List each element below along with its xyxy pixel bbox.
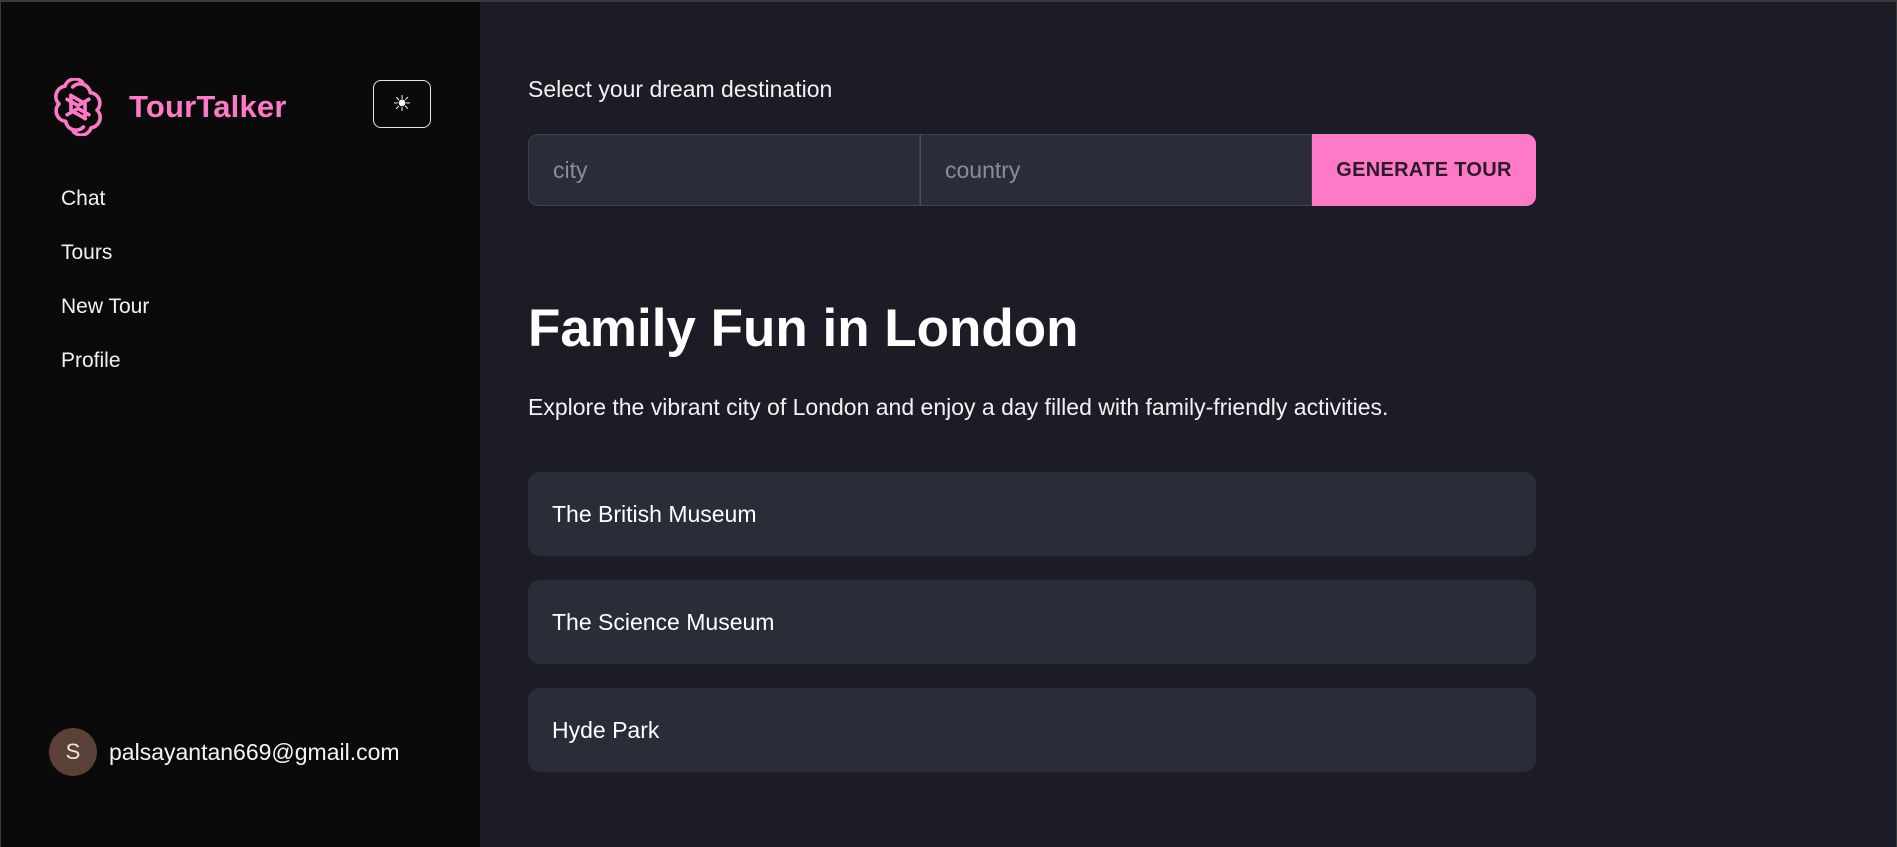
tour-stop: The Science Museum [528,580,1536,664]
destination-label: Select your dream destination [528,76,833,102]
theme-toggle-button[interactable]: ☀ [373,80,431,128]
sun-icon: ☀ [392,91,412,116]
tour-title: Family Fun in London [528,299,1079,358]
user-email: palsayantan669@gmail.com [109,738,400,765]
main-content: Select your dream destination GENERATE T… [480,2,1896,847]
sidebar: TourTalker ☀ Chat Tours New Tour Profile… [1,2,480,847]
brand-name: TourTalker [129,89,287,124]
brand[interactable]: TourTalker [49,77,287,137]
tour-stops-list: The British Museum The Science Museum Hy… [528,472,1536,796]
generate-tour-button[interactable]: GENERATE TOUR [1312,134,1536,206]
avatar: S [49,728,97,776]
country-input[interactable] [920,134,1312,206]
sidebar-nav: Chat Tours New Tour Profile [61,182,149,398]
sidebar-item-new-tour[interactable]: New Tour [61,290,149,344]
sidebar-item-chat[interactable]: Chat [61,182,149,236]
openai-knot-icon [49,77,107,137]
city-input[interactable] [528,134,920,206]
user-profile[interactable]: S palsayantan669@gmail.com [49,728,400,776]
tour-description: Explore the vibrant city of London and e… [528,394,1389,420]
tour-stop: The British Museum [528,472,1536,556]
sidebar-item-tours[interactable]: Tours [61,236,149,290]
sidebar-item-profile[interactable]: Profile [61,344,149,398]
destination-form: GENERATE TOUR [528,134,1536,206]
tour-stop: Hyde Park [528,688,1536,772]
